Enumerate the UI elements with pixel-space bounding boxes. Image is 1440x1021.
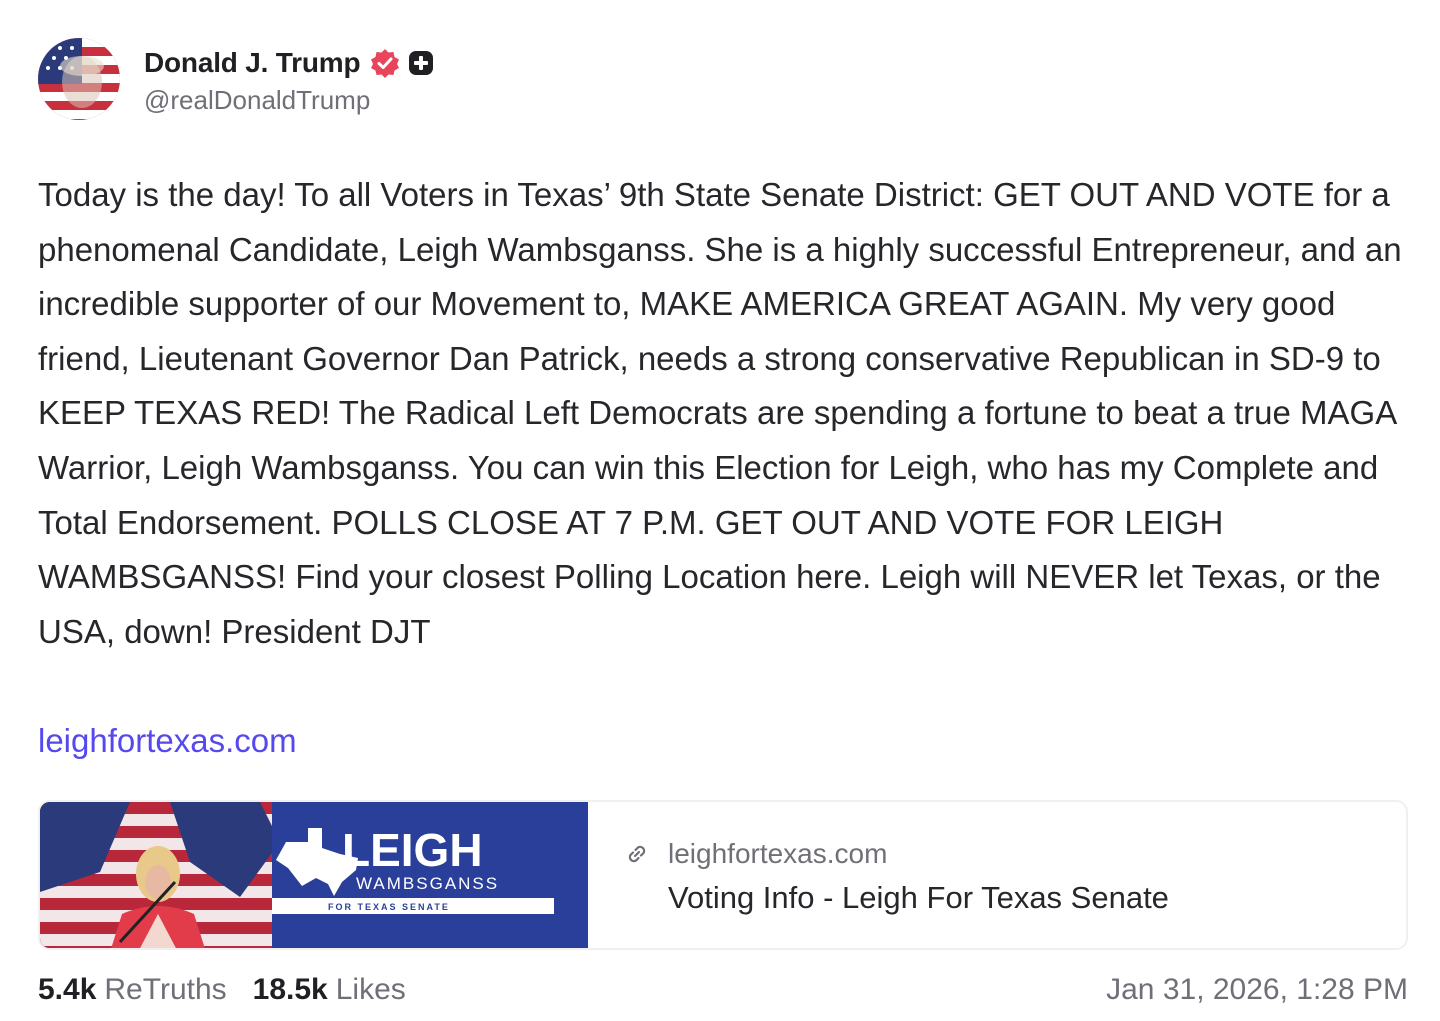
post-footer: 5.4k ReTruths 18.5k Likes Jan 31, 2026, …: [38, 968, 1408, 1012]
link-preview-card[interactable]: LEIGH WAMBSGANSS FOR TEXAS SENATE leighf…: [38, 800, 1408, 950]
author-names: Donald J. Trump @realDonaldTrump: [144, 43, 434, 116]
banner-name-text: LEIGH: [342, 824, 483, 876]
link-domain-row: leighfortexas.com: [622, 834, 1169, 874]
banner-surname-text: WAMBSGANSS: [356, 874, 499, 893]
post-body-text: Today is the day! To all Voters in Texas…: [38, 176, 1402, 650]
post-header: Donald J. Trump @realDonaldTrump: [38, 38, 434, 120]
link-preview-meta: leighfortexas.com Voting Info - Leigh Fo…: [588, 802, 1169, 948]
retruths-label: ReTruths: [104, 973, 227, 1006]
retruths-count: 5.4k: [38, 973, 97, 1006]
author-avatar[interactable]: [38, 38, 120, 120]
link-preview-domain: leighfortexas.com: [668, 838, 888, 869]
likes-count: 18.5k: [252, 973, 328, 1006]
banner-subtitle-text: FOR TEXAS SENATE: [328, 902, 450, 912]
likes-label: Likes: [335, 973, 406, 1006]
post-body-link[interactable]: leighfortexas.com: [38, 714, 297, 768]
link-preview-image[interactable]: LEIGH WAMBSGANSS FOR TEXAS SENATE: [40, 802, 588, 948]
post-timestamp[interactable]: Jan 31, 2026, 1:28 PM: [1106, 973, 1408, 1007]
author-name-row: Donald J. Trump: [144, 43, 434, 83]
retruths-stat[interactable]: 5.4k ReTruths: [38, 973, 227, 1007]
post-card: Donald J. Trump @realDonaldTrump Today i…: [0, 0, 1440, 1021]
likes-stat[interactable]: 18.5k Likes: [253, 973, 406, 1007]
link-icon: [622, 839, 652, 869]
verified-badge-icon: [370, 48, 400, 78]
link-preview-title[interactable]: Voting Info - Leigh For Texas Senate: [668, 880, 1169, 916]
author-display-name[interactable]: Donald J. Trump: [144, 47, 361, 79]
author-handle[interactable]: @realDonaldTrump: [144, 85, 434, 116]
plus-badge-icon: [408, 50, 434, 76]
post-stats: 5.4k ReTruths 18.5k Likes: [38, 973, 432, 1007]
